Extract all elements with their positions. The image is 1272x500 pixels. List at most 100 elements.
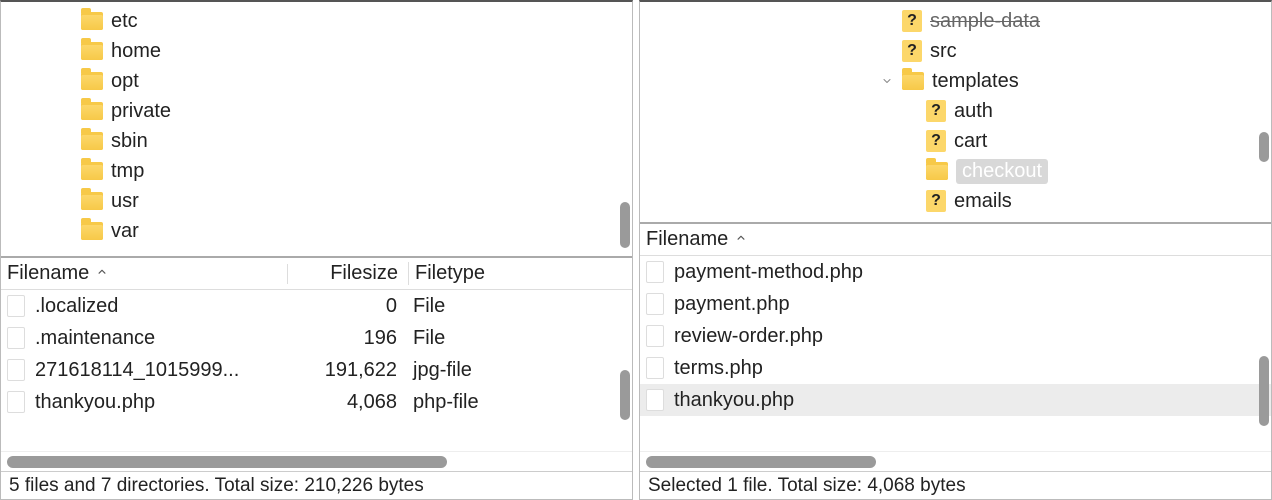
file-icon bbox=[646, 293, 664, 315]
tree-item[interactable]: sbin bbox=[1, 126, 632, 156]
tree-item[interactable]: checkout bbox=[640, 156, 1271, 186]
tree-item[interactable]: etc bbox=[1, 6, 632, 36]
column-header-filesize[interactable]: Filesize bbox=[288, 262, 408, 285]
remote-file-list: Filename payment-method.php payment.php re… bbox=[640, 224, 1271, 499]
file-row[interactable]: review-order.php bbox=[640, 320, 1271, 352]
remote-status-bar: Selected 1 file. Total size: 4,068 bytes bbox=[640, 471, 1271, 499]
file-type: File bbox=[407, 295, 527, 318]
tree-item-label: etc bbox=[111, 10, 138, 33]
unknown-file-icon bbox=[926, 190, 946, 212]
remote-tree-scrollbar[interactable] bbox=[1257, 2, 1269, 222]
tree-item-label: checkout bbox=[956, 159, 1048, 184]
file-size: 196 bbox=[287, 327, 407, 350]
tree-item[interactable]: sample-data bbox=[640, 6, 1271, 36]
tree-item-label: usr bbox=[111, 190, 139, 213]
chevron-down-icon[interactable] bbox=[880, 74, 894, 88]
file-size: 191,622 bbox=[287, 359, 407, 382]
unknown-file-icon bbox=[902, 10, 922, 32]
local-status-bar: 5 files and 7 directories. Total size: 2… bbox=[1, 471, 632, 499]
file-row[interactable]: payment-method.php bbox=[640, 256, 1271, 288]
column-header-filename[interactable]: Filename bbox=[646, 228, 1265, 251]
file-row[interactable]: 271618114_1015999...191,622jpg-file bbox=[1, 354, 632, 386]
local-status-text: 5 files and 7 directories. Total size: 2… bbox=[9, 475, 424, 497]
tree-item[interactable]: emails bbox=[640, 186, 1271, 216]
tree-item-label: tmp bbox=[111, 160, 144, 183]
file-icon bbox=[7, 295, 25, 317]
tree-item[interactable]: usr bbox=[1, 186, 632, 216]
tree-item-label: cart bbox=[954, 130, 987, 153]
tree-item-label: var bbox=[111, 220, 139, 243]
local-tree[interactable]: etc homeopt private sbin tmp usr var bbox=[1, 2, 632, 258]
unknown-file-icon bbox=[926, 100, 946, 122]
file-name: .localized bbox=[35, 295, 118, 318]
chevron-right-icon bbox=[904, 164, 918, 178]
remote-status-text: Selected 1 file. Total size: 4,068 bytes bbox=[648, 475, 966, 497]
scrollbar-thumb[interactable] bbox=[620, 202, 630, 248]
file-name: payment-method.php bbox=[674, 261, 863, 284]
file-row[interactable]: payment.php bbox=[640, 288, 1271, 320]
tree-item-label: emails bbox=[954, 190, 1012, 213]
file-name: 271618114_1015999... bbox=[35, 359, 239, 382]
tree-item[interactable]: opt bbox=[1, 66, 632, 96]
local-list-hscroll[interactable] bbox=[1, 451, 632, 471]
folder-icon bbox=[81, 102, 103, 120]
tree-item[interactable]: var bbox=[1, 216, 632, 246]
scrollbar-thumb[interactable] bbox=[620, 370, 630, 420]
tree-item[interactable]: private bbox=[1, 96, 632, 126]
chevron-right-icon bbox=[904, 134, 918, 148]
file-type: php-file bbox=[407, 391, 527, 414]
tree-item[interactable]: cart bbox=[640, 126, 1271, 156]
folder-icon bbox=[81, 192, 103, 210]
file-row[interactable]: thankyou.php bbox=[640, 384, 1271, 416]
file-size: 4,068 bbox=[287, 391, 407, 414]
remote-list-header: Filename bbox=[640, 224, 1271, 256]
chevron-right-icon bbox=[880, 44, 894, 58]
scrollbar-thumb[interactable] bbox=[1259, 356, 1269, 426]
tree-item[interactable]: src bbox=[640, 36, 1271, 66]
unknown-file-icon bbox=[926, 130, 946, 152]
folder-icon bbox=[81, 12, 103, 30]
tree-item-label: private bbox=[111, 100, 171, 123]
local-list-vscroll[interactable] bbox=[618, 290, 630, 451]
file-type: File bbox=[407, 327, 527, 350]
file-name: payment.php bbox=[674, 293, 790, 316]
file-name: thankyou.php bbox=[674, 389, 794, 412]
scrollbar-thumb[interactable] bbox=[7, 456, 447, 468]
remote-list-hscroll[interactable] bbox=[640, 451, 1271, 471]
folder-icon bbox=[81, 132, 103, 150]
file-name: terms.php bbox=[674, 357, 763, 380]
column-header-filetype[interactable]: Filetype bbox=[408, 262, 528, 285]
folder-icon bbox=[902, 72, 924, 90]
local-list-header: Filename Filesize Filetype bbox=[1, 258, 632, 290]
scrollbar-thumb[interactable] bbox=[1259, 132, 1269, 162]
remote-list-vscroll[interactable] bbox=[1257, 256, 1269, 451]
file-icon bbox=[646, 389, 664, 411]
file-row[interactable]: .maintenance 196File bbox=[1, 322, 632, 354]
file-icon bbox=[646, 357, 664, 379]
file-name: .maintenance bbox=[35, 327, 155, 350]
tree-item-label: sample-data bbox=[930, 10, 1040, 33]
file-row[interactable]: terms.php bbox=[640, 352, 1271, 384]
scrollbar-thumb[interactable] bbox=[646, 456, 876, 468]
remote-tree[interactable]: sample-data src templates auth cart checkout e… bbox=[640, 2, 1271, 224]
tree-item[interactable]: tmp bbox=[1, 156, 632, 186]
file-name: review-order.php bbox=[674, 325, 823, 348]
tree-item-label: src bbox=[930, 40, 957, 63]
local-file-list: Filename Filesize Filetype .localized0Fi… bbox=[1, 258, 632, 499]
tree-item[interactable]: templates bbox=[640, 66, 1271, 96]
tree-item[interactable]: home bbox=[1, 36, 632, 66]
local-tree-scrollbar[interactable] bbox=[618, 2, 630, 256]
column-header-filename[interactable]: Filename bbox=[7, 262, 287, 285]
file-row[interactable]: thankyou.php4,068php-file bbox=[1, 386, 632, 418]
column-header-filetype-label: Filetype bbox=[415, 262, 485, 284]
chevron-right-icon bbox=[904, 194, 918, 208]
file-size: 0 bbox=[287, 295, 407, 318]
tree-item[interactable]: auth bbox=[640, 96, 1271, 126]
file-row[interactable]: .localized 0File bbox=[1, 290, 632, 322]
folder-icon bbox=[81, 42, 103, 60]
folder-icon bbox=[81, 72, 103, 90]
tree-item-label: templates bbox=[932, 70, 1019, 93]
column-header-filename-label: Filename bbox=[646, 228, 728, 251]
file-icon bbox=[7, 327, 25, 349]
file-icon bbox=[7, 391, 25, 413]
